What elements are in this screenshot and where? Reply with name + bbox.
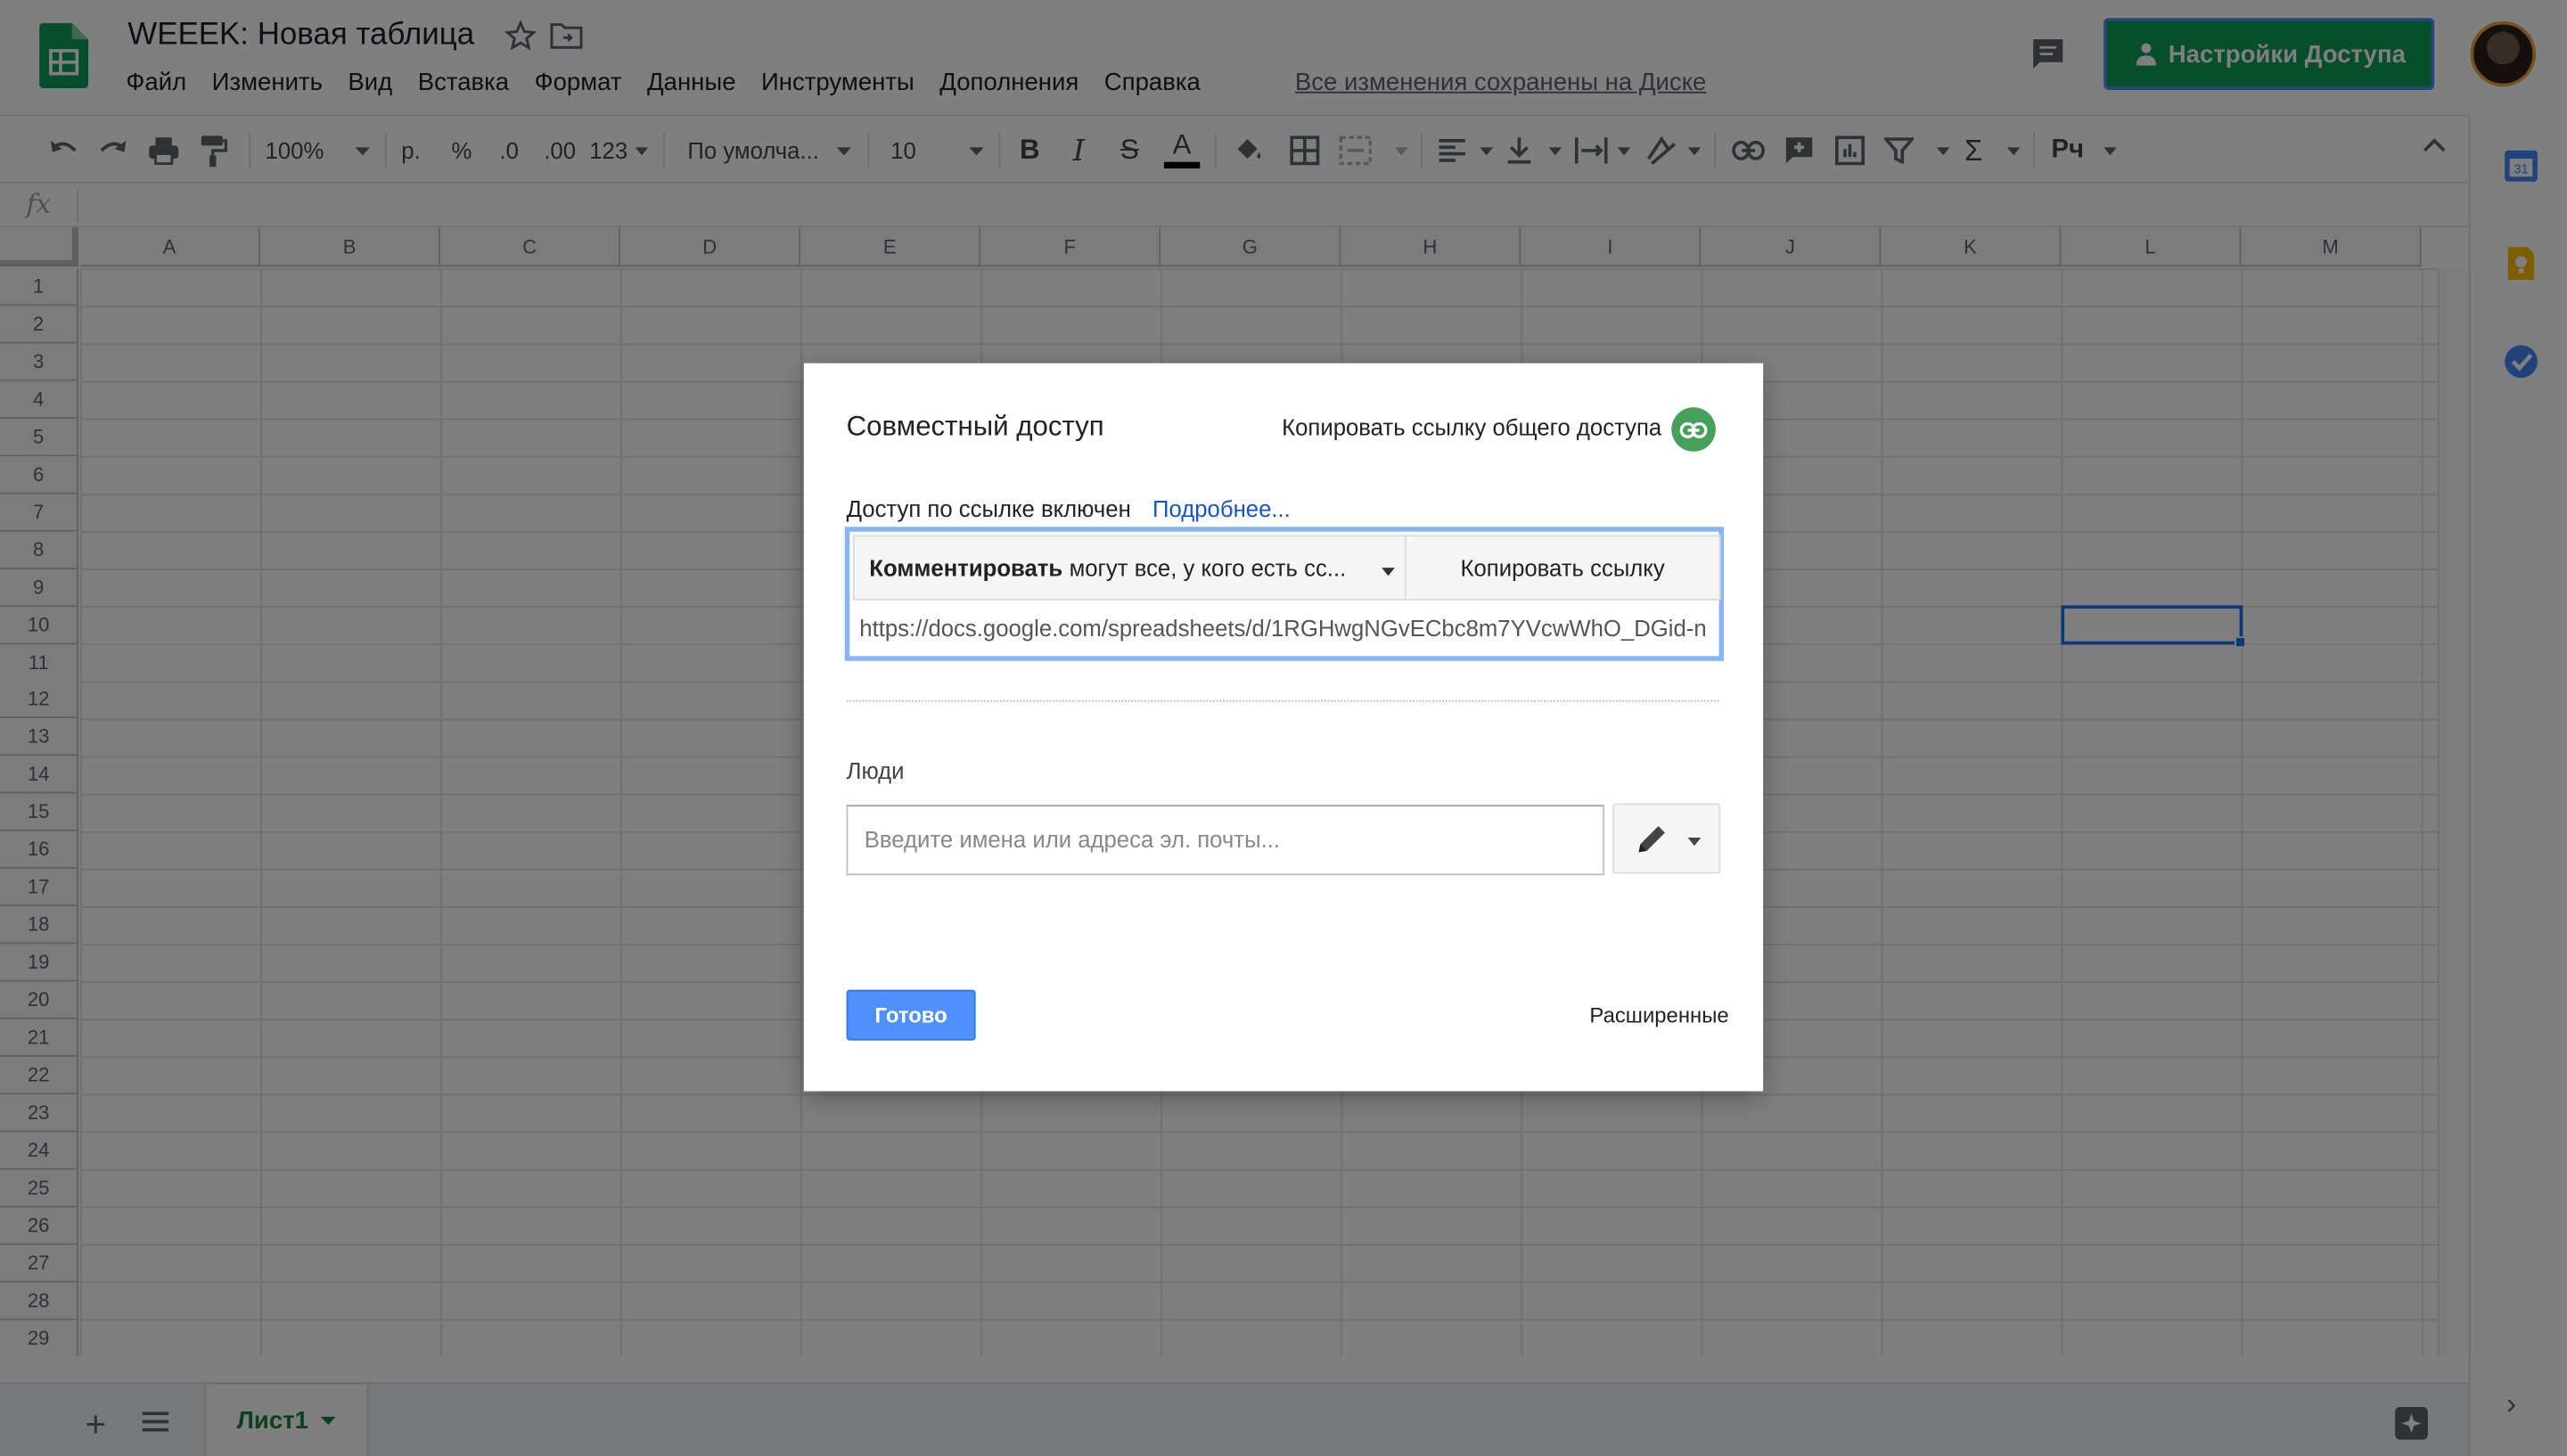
- people-email-input[interactable]: Введите имена или адреса эл. почты...: [846, 805, 1604, 876]
- link-permission-select[interactable]: Комментировать могут все, у кого есть сс…: [852, 535, 1407, 601]
- sheets-app: WEEEK: Новая таблица Файл Изменить Вид В…: [0, 0, 2567, 1456]
- link-sharing-box: Комментировать могут все, у кого есть сс…: [844, 527, 1725, 661]
- people-permission-button[interactable]: [1612, 803, 1721, 874]
- share-url-field[interactable]: https://docs.google.com/spreadsheets/d/1…: [853, 603, 1720, 654]
- pencil-icon: [1638, 826, 1665, 853]
- dialog-title: Совместный доступ: [846, 410, 1104, 442]
- copy-link-button[interactable]: Копировать ссылку: [1404, 535, 1721, 601]
- permission-description: могут все, у кого есть сс...: [1069, 554, 1347, 581]
- dialog-divider: [846, 699, 1719, 702]
- permission-level: Комментировать: [869, 554, 1063, 581]
- people-label: Люди: [846, 757, 905, 784]
- chevron-down-icon: [1687, 838, 1702, 847]
- copy-share-link-label[interactable]: Копировать ссылку общего доступа: [1282, 414, 1661, 440]
- done-button[interactable]: Готово: [846, 989, 976, 1041]
- link-sharing-status: Доступ по ссылке включен: [846, 495, 1131, 522]
- advanced-settings-link[interactable]: Расширенные: [1589, 1002, 1728, 1027]
- chevron-down-icon: [1382, 568, 1395, 577]
- copy-link-icon[interactable]: [1671, 407, 1716, 452]
- share-dialog: Совместный доступ Копировать ссылку обще…: [803, 363, 1764, 1092]
- learn-more-link[interactable]: Подробнее...: [1152, 495, 1291, 521]
